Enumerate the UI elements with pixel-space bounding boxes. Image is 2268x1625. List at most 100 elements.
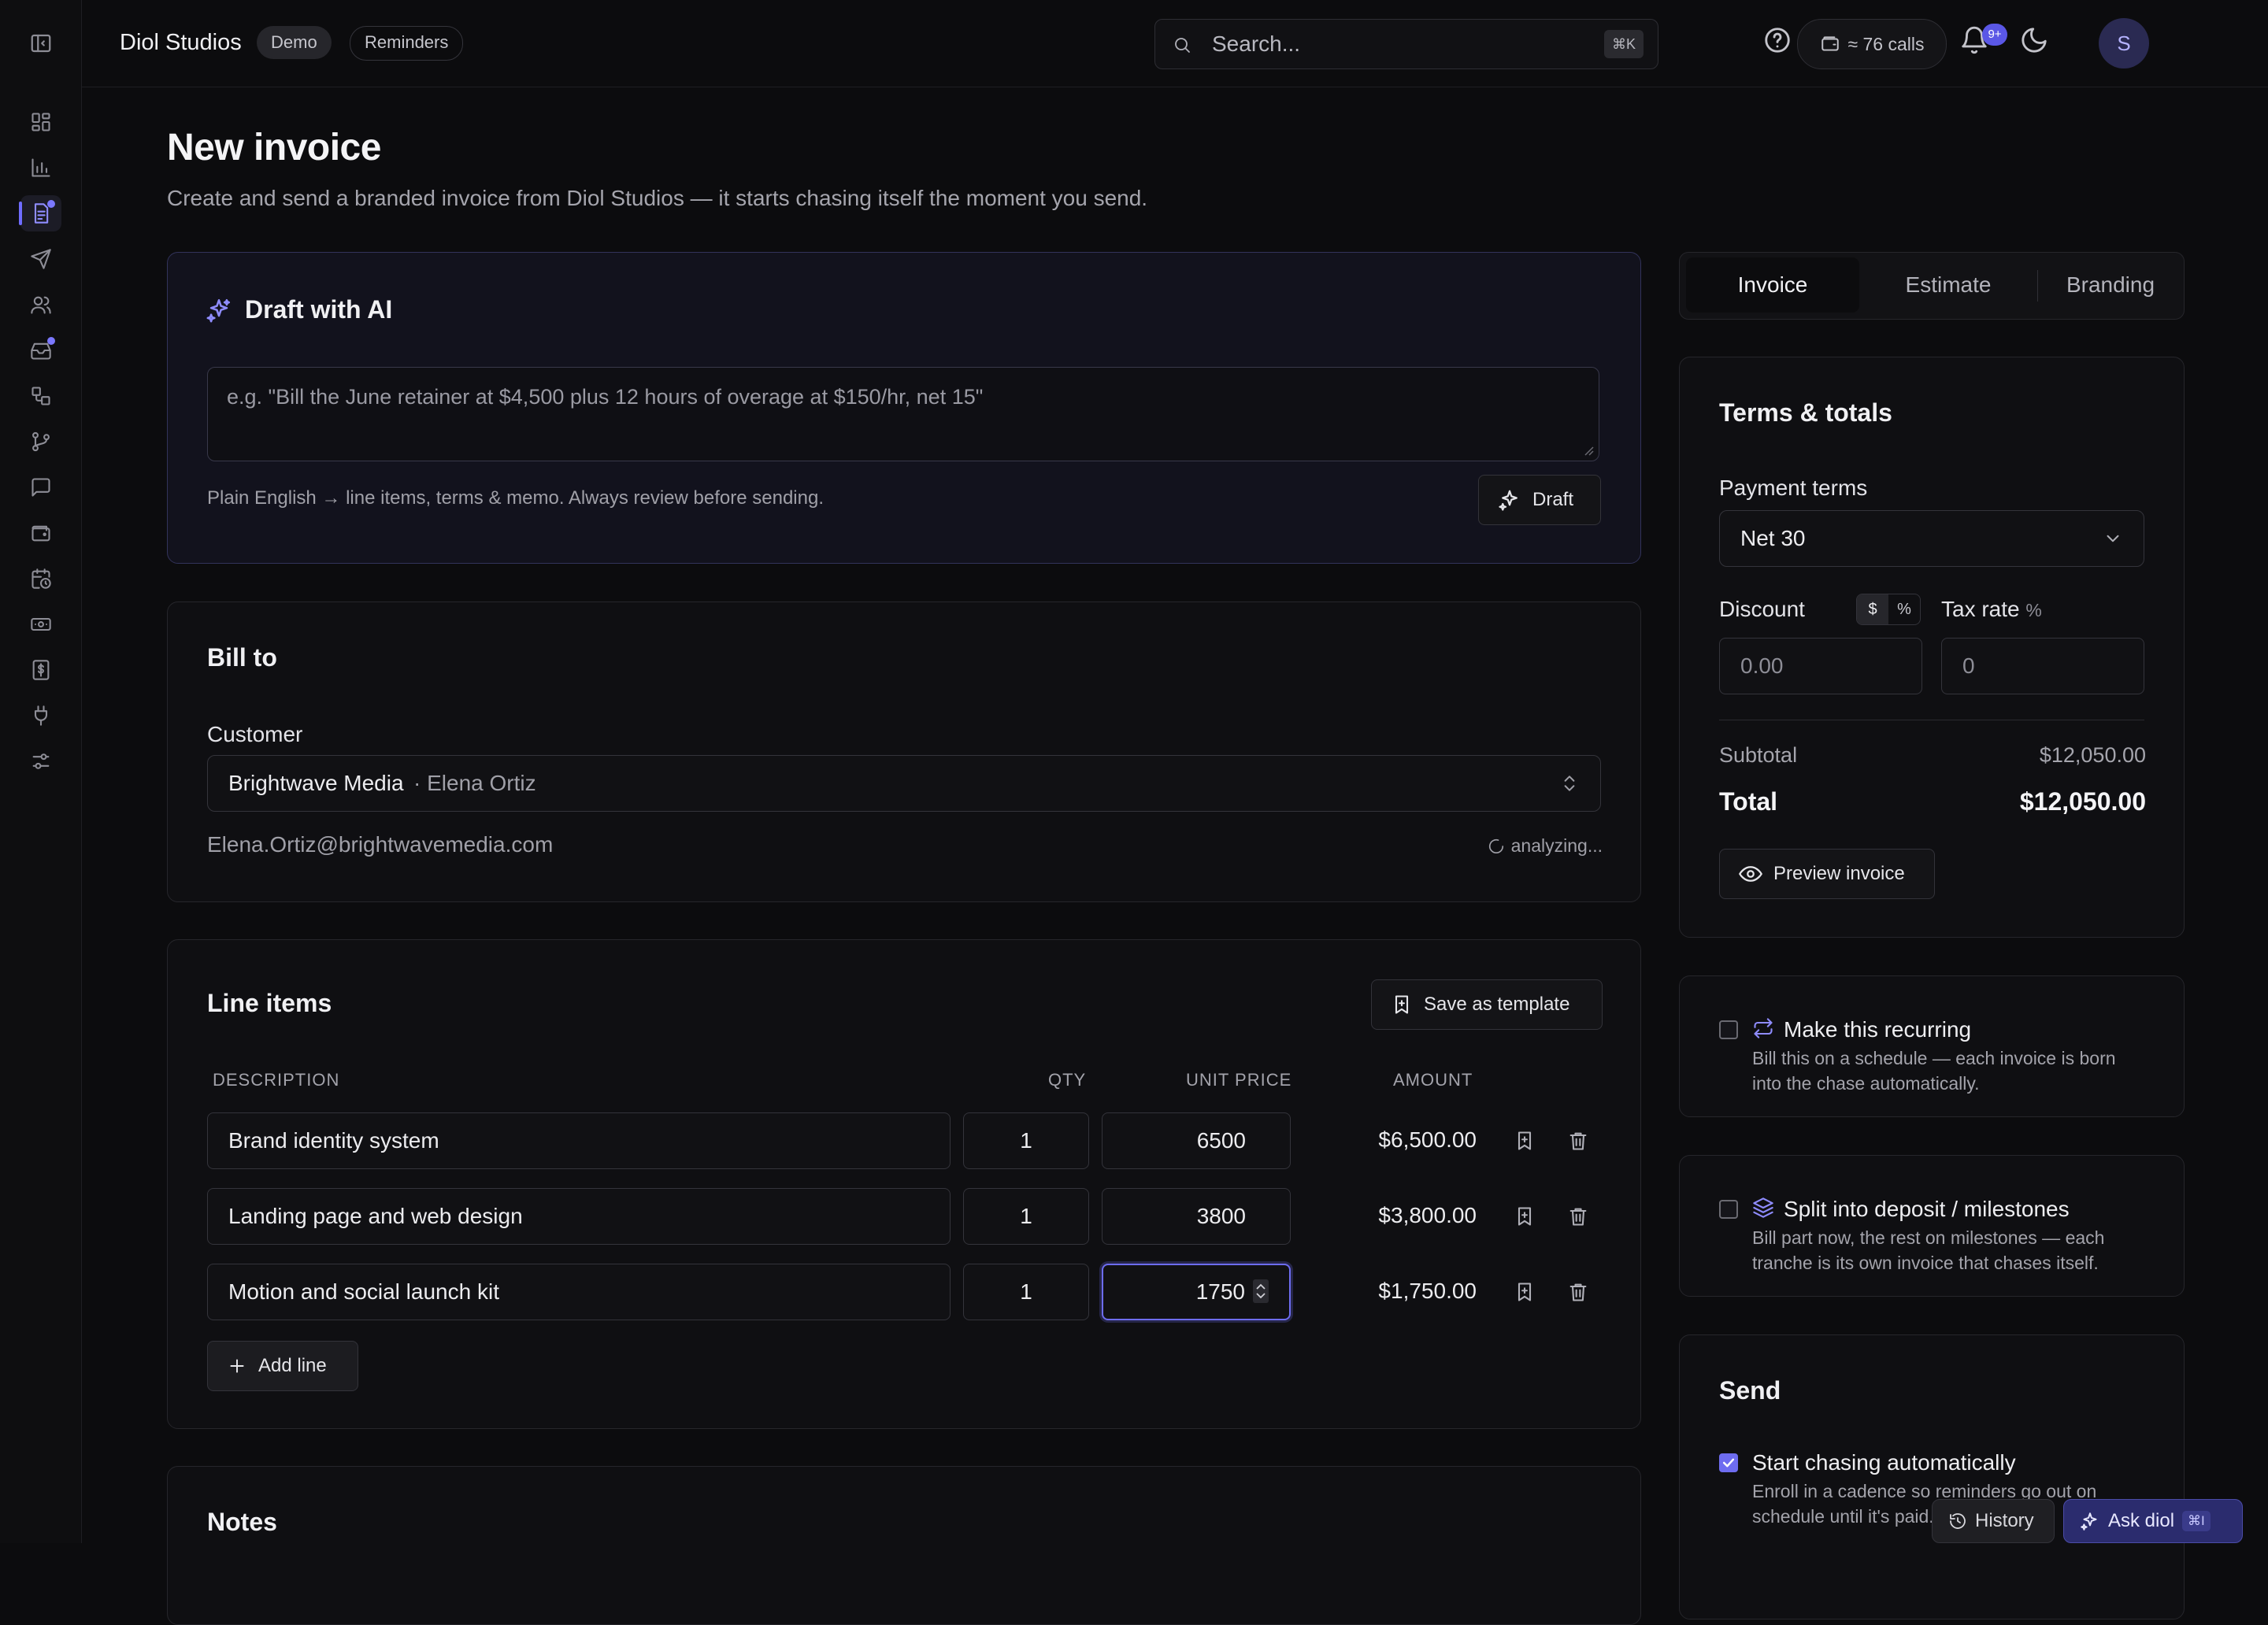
split-checkbox[interactable] (1719, 1200, 1738, 1219)
nav-invoices[interactable] (19, 195, 61, 231)
sparkles-icon (2081, 1512, 2097, 1531)
nav-analytics[interactable] (20, 150, 61, 186)
nav-schedule[interactable] (20, 561, 61, 597)
eye-icon (1739, 866, 1762, 882)
start-chasing-title: Start chasing automatically (1752, 1450, 2016, 1475)
bookmark-plus-icon[interactable] (1514, 1205, 1536, 1227)
recurring-checkbox[interactable] (1719, 1020, 1738, 1039)
moon-icon (2022, 28, 2047, 53)
amount-value: $1,750.00 (1378, 1279, 1477, 1303)
split-description: Bill part now, the rest on milestones — … (1752, 1227, 2105, 1273)
description-input[interactable]: Brand identity system (207, 1112, 951, 1169)
description-input[interactable]: Landing page and web design (207, 1188, 951, 1245)
toggle-sidebar-button[interactable] (20, 25, 61, 61)
draft-button[interactable]: Draft (1478, 475, 1601, 525)
notification-dot (47, 200, 55, 208)
qty-input[interactable]: 1 (963, 1264, 1089, 1320)
bookmark-plus-icon[interactable] (1514, 1130, 1536, 1152)
customer-label: Customer (207, 722, 303, 746)
save-template-label: Save as template (1424, 994, 1570, 1015)
discount-mode-percent[interactable]: % (1888, 594, 1920, 624)
avatar[interactable]: S (2099, 18, 2149, 68)
nav-send[interactable] (20, 241, 61, 277)
page-subtitle: Create and send a branded invoice from D… (167, 186, 1148, 210)
ai-prompt-textarea[interactable]: e.g. "Bill the June retainer at $4,500 p… (207, 367, 1599, 461)
unit-price-input[interactable]: 1750 (1102, 1264, 1291, 1320)
sparkles-icon (206, 298, 231, 323)
receipt-dollar-icon (32, 660, 50, 680)
bookmark-plus-icon (1395, 995, 1409, 1014)
history-button[interactable]: History (1932, 1499, 2055, 1543)
unit-price-input[interactable]: 6500 (1102, 1112, 1291, 1169)
nav-inbox[interactable] (20, 332, 61, 368)
qty-input[interactable]: 1 (963, 1112, 1089, 1169)
message-icon (32, 478, 50, 497)
bill-to-card: Bill to Customer Brightwave Media · Elen… (167, 602, 1641, 902)
nav-workflows[interactable] (20, 378, 61, 414)
nav-integrations[interactable] (20, 698, 61, 734)
tax-rate-input[interactable]: 0 (1941, 638, 2144, 694)
send-icon (31, 249, 51, 269)
amount-value: $3,800.00 (1378, 1203, 1477, 1227)
repeat-icon (1754, 1018, 1773, 1038)
resize-handle-icon[interactable] (1581, 443, 1594, 456)
line-items-title: Line items (207, 989, 332, 1017)
nav-settings[interactable] (20, 743, 61, 779)
analyzing-text: analyzing... (1510, 835, 1603, 856)
tab-estimate[interactable]: Estimate (1864, 257, 2033, 313)
cash-icon (31, 617, 51, 631)
description-input[interactable]: Motion and social launch kit (207, 1264, 951, 1320)
nav-receipts[interactable] (20, 652, 61, 688)
line-items-card: Line items Save as template DESCRIPTION … (167, 939, 1641, 1429)
plug-icon (34, 705, 48, 726)
terms-title: Terms & totals (1719, 398, 1892, 427)
trash-icon[interactable] (1567, 1130, 1589, 1152)
ai-hint-text: Plain English → line items, terms & memo… (207, 487, 824, 509)
nav-payments[interactable] (20, 606, 61, 642)
preview-invoice-label: Preview invoice (1773, 863, 1905, 884)
ask-diol-button[interactable]: Ask diol ⌘I (2063, 1499, 2243, 1543)
number-stepper-icon[interactable] (1253, 1279, 1269, 1303)
help-icon (1765, 28, 1790, 53)
discount-mode-dollar[interactable]: $ (1857, 594, 1888, 624)
theme-toggle-button[interactable] (2019, 25, 2049, 55)
unit-price-input[interactable]: 3800 (1102, 1188, 1291, 1245)
nav-branches[interactable] (20, 424, 61, 460)
subtotal-label: Subtotal (1719, 743, 1798, 767)
demo-tag[interactable]: Demo (257, 26, 332, 59)
trash-icon[interactable] (1567, 1205, 1589, 1227)
reminders-tag[interactable]: Reminders (350, 26, 464, 61)
trash-icon[interactable] (1567, 1281, 1589, 1303)
save-as-template-button[interactable]: Save as template (1371, 979, 1603, 1030)
recurring-title: Make this recurring (1784, 1017, 1972, 1042)
start-chasing-checkbox[interactable] (1719, 1453, 1738, 1472)
nav-customers[interactable] (20, 287, 61, 323)
notification-dot (47, 337, 55, 345)
add-line-label: Add line (258, 1355, 327, 1376)
send-card: Send Start chasing automatically Enroll … (1679, 1334, 2185, 1619)
history-label: History (1975, 1510, 2034, 1531)
calls-counter[interactable]: ≈ 76 calls (1797, 19, 1947, 69)
split-card: Split into deposit / milestones Bill par… (1679, 1155, 2185, 1297)
search-shortcut: ⌘K (1603, 30, 1644, 58)
qty-input[interactable]: 1 (963, 1188, 1089, 1245)
document-type-tabs: Invoice Estimate Branding (1679, 252, 2185, 320)
nav-wallet[interactable] (20, 515, 61, 551)
preview-invoice-button[interactable]: Preview invoice (1719, 849, 1935, 899)
search-box[interactable]: Search... ⌘K (1154, 19, 1658, 69)
bookmark-plus-icon[interactable] (1514, 1281, 1536, 1303)
customer-contact: · Elena Ortiz (413, 771, 536, 795)
chevron-up-down-icon (1564, 775, 1575, 791)
help-button[interactable] (1762, 25, 1792, 55)
customer-select[interactable]: Brightwave Media · Elena Ortiz (207, 755, 1601, 812)
brand-name: Diol Studios (120, 30, 242, 55)
ask-diol-shortcut: ⌘I (2182, 1511, 2211, 1531)
nav-messages[interactable] (20, 469, 61, 505)
payment-terms-select[interactable]: Net 30 (1719, 510, 2144, 567)
tab-branding[interactable]: Branding (2042, 257, 2179, 313)
discount-input[interactable]: 0.00 (1719, 638, 1922, 694)
add-line-button[interactable]: Add line (207, 1341, 358, 1391)
tab-separator (2037, 270, 2038, 302)
tab-invoice[interactable]: Invoice (1686, 257, 1859, 313)
nav-dashboard[interactable] (20, 104, 61, 140)
